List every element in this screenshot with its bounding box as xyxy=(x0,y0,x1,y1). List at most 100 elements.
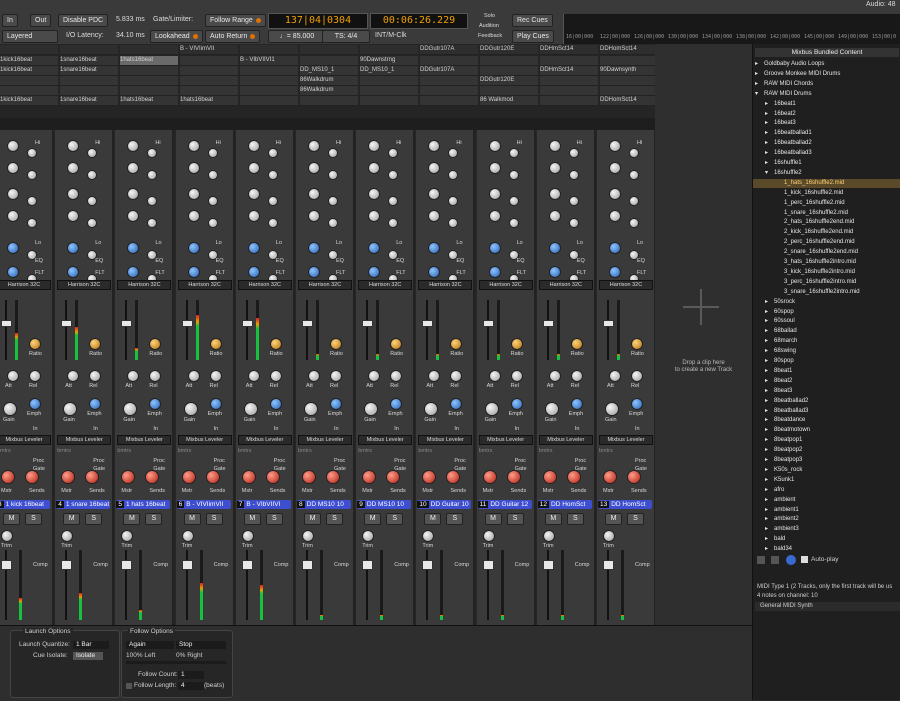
tree-item[interactable]: 3_perc_16shuffle2intro.mid xyxy=(753,278,900,287)
ratio-knob[interactable] xyxy=(330,338,342,350)
tree-item[interactable]: 3_kick_16shuffle2intro.mid xyxy=(753,268,900,277)
tree-item[interactable]: ▸ Goldbaby Audio Loops xyxy=(753,60,900,69)
tree-expander-icon[interactable]: ▾ xyxy=(765,169,774,178)
attack-knob[interactable] xyxy=(67,370,80,382)
eq-knob[interactable] xyxy=(488,140,501,152)
tree-expander-icon[interactable]: ▸ xyxy=(755,70,764,79)
tree-expander-icon[interactable]: ▸ xyxy=(765,308,774,317)
cue-slot[interactable] xyxy=(180,76,238,86)
cue-slot[interactable]: 1kick16beat xyxy=(0,66,58,76)
mute-button[interactable]: M xyxy=(123,513,141,525)
cue-slot[interactable]: 1snare16beat xyxy=(60,56,118,66)
eq-knob[interactable] xyxy=(187,266,200,278)
eq-knob[interactable] xyxy=(187,188,200,200)
release-knob[interactable] xyxy=(510,370,523,382)
tree-item[interactable]: ▸ 60ssoul xyxy=(753,317,900,326)
eq-knob[interactable] xyxy=(187,162,200,174)
eq-knob[interactable] xyxy=(207,218,218,228)
dynamics-plugin-slot[interactable]: Mixbus Leveler xyxy=(0,435,51,445)
cue-slot[interactable] xyxy=(540,86,598,96)
cue-slot[interactable] xyxy=(240,76,298,86)
eq-knob[interactable] xyxy=(448,196,459,206)
eq-knob[interactable] xyxy=(388,218,399,228)
tree-expander-icon[interactable]: ▾ xyxy=(755,90,764,99)
new-track-drop-zone[interactable]: Drop a clip here to create a new Track xyxy=(655,44,752,625)
eq-knob[interactable] xyxy=(548,162,561,174)
attack-knob[interactable] xyxy=(609,370,621,382)
follow-range-button[interactable]: Follow Range xyxy=(205,14,266,27)
dynamics-plugin-slot[interactable]: Mixbus Leveler xyxy=(298,435,352,445)
cue-column-header[interactable] xyxy=(0,45,58,55)
release-knob[interactable] xyxy=(450,370,463,382)
tree-expander-icon[interactable]: ▸ xyxy=(765,506,774,515)
tree-expander-icon[interactable]: ▸ xyxy=(765,317,774,326)
eq-knob[interactable] xyxy=(308,140,320,152)
attack-knob[interactable] xyxy=(247,370,260,382)
cue-slot[interactable]: 1snare16beat xyxy=(60,96,118,106)
tree-item[interactable]: ▸ 16beatballad1 xyxy=(753,129,900,138)
eq-plugin-slot[interactable]: Harrison 32C xyxy=(358,280,413,290)
send-knob[interactable] xyxy=(181,470,196,484)
emphasis-knob[interactable] xyxy=(89,398,102,410)
send-knob[interactable] xyxy=(566,470,581,484)
release-knob[interactable] xyxy=(149,370,162,382)
tree-item[interactable]: ▸ 8beat1 xyxy=(753,367,900,376)
cue-column-header[interactable]: DDHomSct14 xyxy=(600,45,658,55)
cue-slot[interactable]: 90Dawnsynth xyxy=(600,66,658,76)
attack-knob[interactable] xyxy=(428,370,441,382)
tree-item[interactable]: ▸ 80spop xyxy=(753,357,900,366)
ratio-knob[interactable] xyxy=(209,338,222,350)
emphasis-knob[interactable] xyxy=(209,398,222,410)
eq-knob[interactable] xyxy=(67,210,80,222)
track-name-button[interactable]: 41 snare 16beat xyxy=(56,500,111,509)
attack-knob[interactable] xyxy=(488,370,501,382)
trim-knob[interactable] xyxy=(181,530,194,542)
track-name-button[interactable]: 31 kick 16beat xyxy=(0,500,50,509)
ratio-knob[interactable] xyxy=(631,338,643,350)
eq-knob[interactable] xyxy=(629,196,639,206)
gain-knob[interactable] xyxy=(605,402,619,416)
tree-expander-icon[interactable]: ▸ xyxy=(765,515,774,524)
eq-knob[interactable] xyxy=(308,266,320,278)
cue-slot[interactable] xyxy=(420,76,478,86)
cue-slot[interactable]: 1kick16beat xyxy=(0,56,58,66)
timeline-ruler[interactable]: 16|00|000 122|00|000 126|00|000 130|00|000 1… xyxy=(563,14,900,44)
eq-knob[interactable] xyxy=(147,196,158,206)
eq-knob[interactable] xyxy=(508,148,519,158)
tree-expander-icon[interactable]: ▸ xyxy=(765,397,774,406)
cue-slot[interactable] xyxy=(600,56,658,66)
send-knob[interactable] xyxy=(362,470,377,484)
cue-slot[interactable]: DDHmSct14 xyxy=(540,66,598,76)
eq-knob[interactable] xyxy=(548,140,561,152)
trim-knob[interactable] xyxy=(542,530,555,542)
bbt-clock[interactable]: 137|04|0304 xyxy=(268,13,368,29)
eq-knob[interactable] xyxy=(187,210,200,222)
cue-slot[interactable] xyxy=(540,56,598,66)
dynamics-plugin-slot[interactable]: Mixbus Leveler xyxy=(538,435,593,445)
tree-item[interactable]: ▸ ambient3 xyxy=(753,525,900,534)
comp-fader-handle[interactable] xyxy=(241,320,253,327)
mute-button[interactable]: M xyxy=(424,513,442,525)
eq-knob[interactable] xyxy=(368,266,381,278)
eq-knob[interactable] xyxy=(609,242,621,254)
lookahead-button[interactable]: Lookahead xyxy=(150,30,203,43)
eq-knob[interactable] xyxy=(27,148,37,158)
solo-button[interactable]: S xyxy=(205,513,223,525)
dynamics-plugin-slot[interactable]: Mixbus Leveler xyxy=(418,435,473,445)
cue-slot[interactable] xyxy=(60,76,118,86)
channel-fader-handle[interactable] xyxy=(181,560,193,570)
mute-button[interactable]: M xyxy=(3,513,20,525)
trim-knob[interactable] xyxy=(362,530,375,542)
eq-knob[interactable] xyxy=(568,196,579,206)
cue-slot[interactable] xyxy=(540,96,598,106)
tree-expander-icon[interactable]: ▸ xyxy=(765,486,774,495)
eq-knob[interactable] xyxy=(27,196,37,206)
emphasis-knob[interactable] xyxy=(330,398,342,410)
eq-knob[interactable] xyxy=(508,218,519,228)
cue-slot[interactable] xyxy=(180,56,238,66)
send-knob[interactable] xyxy=(121,470,136,484)
eq-knob[interactable] xyxy=(428,162,441,174)
eq-knob[interactable] xyxy=(568,218,579,228)
tree-item[interactable]: ▸ 8beatpop3 xyxy=(753,456,900,465)
cue-column-header[interactable] xyxy=(120,45,178,55)
